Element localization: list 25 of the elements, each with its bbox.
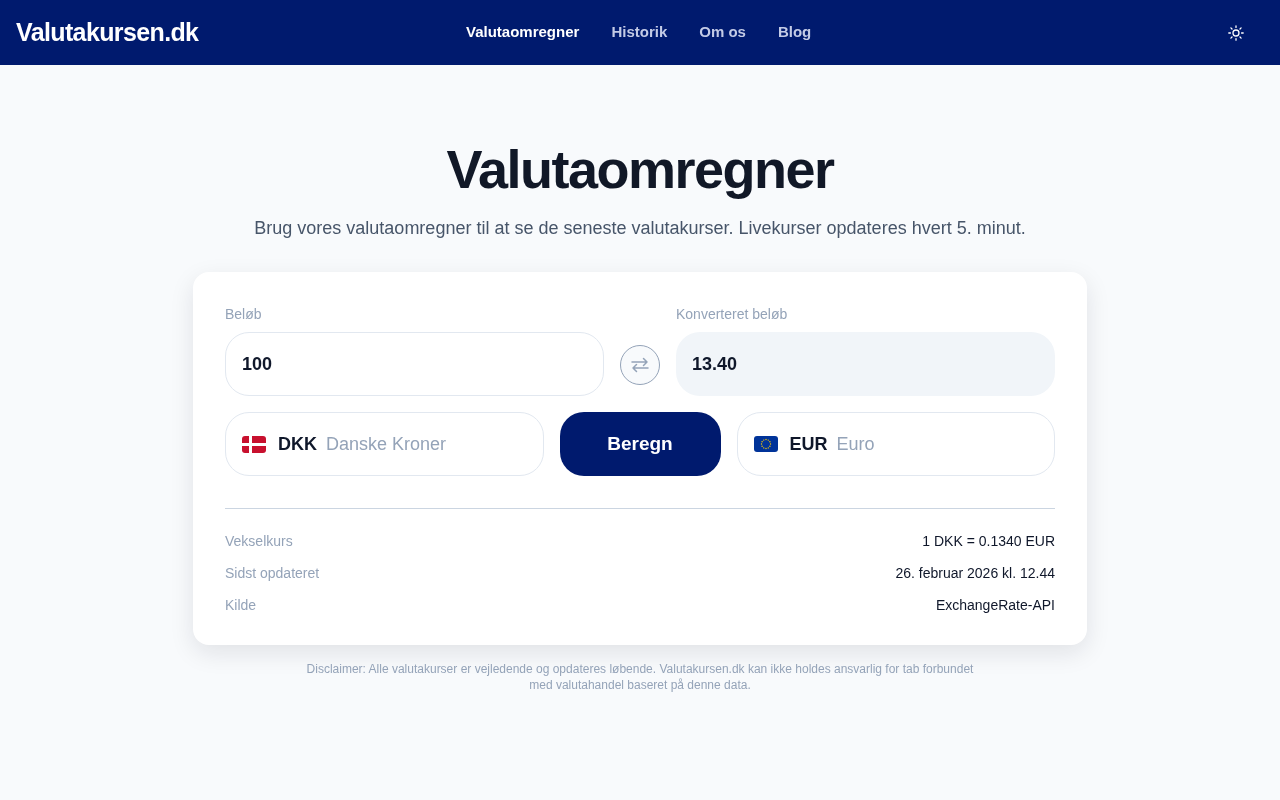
converted-amount-label: Konverteret beløb (676, 305, 789, 324)
nav-link[interactable]: Blog (761, 13, 828, 52)
eu-flag-icon (753, 436, 778, 452)
nav-link[interactable]: Historik (595, 13, 684, 52)
detail-label: Kilde (225, 595, 257, 615)
detail-value: ExchangeRate-API (935, 595, 1055, 615)
nav-link[interactable]: Om os (683, 13, 762, 52)
converted-amount-field[interactable]: 13.40 (676, 332, 1055, 396)
site-logo[interactable]: Valutakursen.dk (16, 13, 199, 52)
detail-label: Sidst opdateret (225, 563, 320, 583)
disclaimer-text: Disclaimer: Alle valutakurser er vejledende og opdateres løbende. Valutakursen.dk kan ikke holdes ansvarlig for tab forbundet med valutahandel baseret på denne data. (305, 661, 975, 693)
amount-label: Beløb (225, 305, 263, 324)
detail-label: Vekselkurs (225, 531, 293, 551)
from-currency-select[interactable]: DKK Danske Kroner (225, 412, 544, 476)
amount-input[interactable]: 100 (225, 332, 604, 396)
nav-link[interactable]: Valutaomregner (450, 13, 596, 52)
calculate-button[interactable]: Beregn (559, 412, 721, 476)
detail-value: 1 DKK = 0.1340 EUR (922, 531, 1055, 551)
denmark-flag-icon (242, 435, 266, 453)
page-subtitle: Brug vores valutaomregner til at se de seneste valutakurser. Livekurser opdateres hvert 5. minut. (254, 217, 1026, 240)
to-currency-select[interactable]: EUR Euro (736, 412, 1055, 476)
swap-arrows-icon (631, 357, 649, 373)
sun-icon (1228, 24, 1244, 41)
detail-value: 26. februar 2026 kl. 12.44 (895, 563, 1055, 583)
page-title: Valutaomregner (446, 141, 834, 197)
